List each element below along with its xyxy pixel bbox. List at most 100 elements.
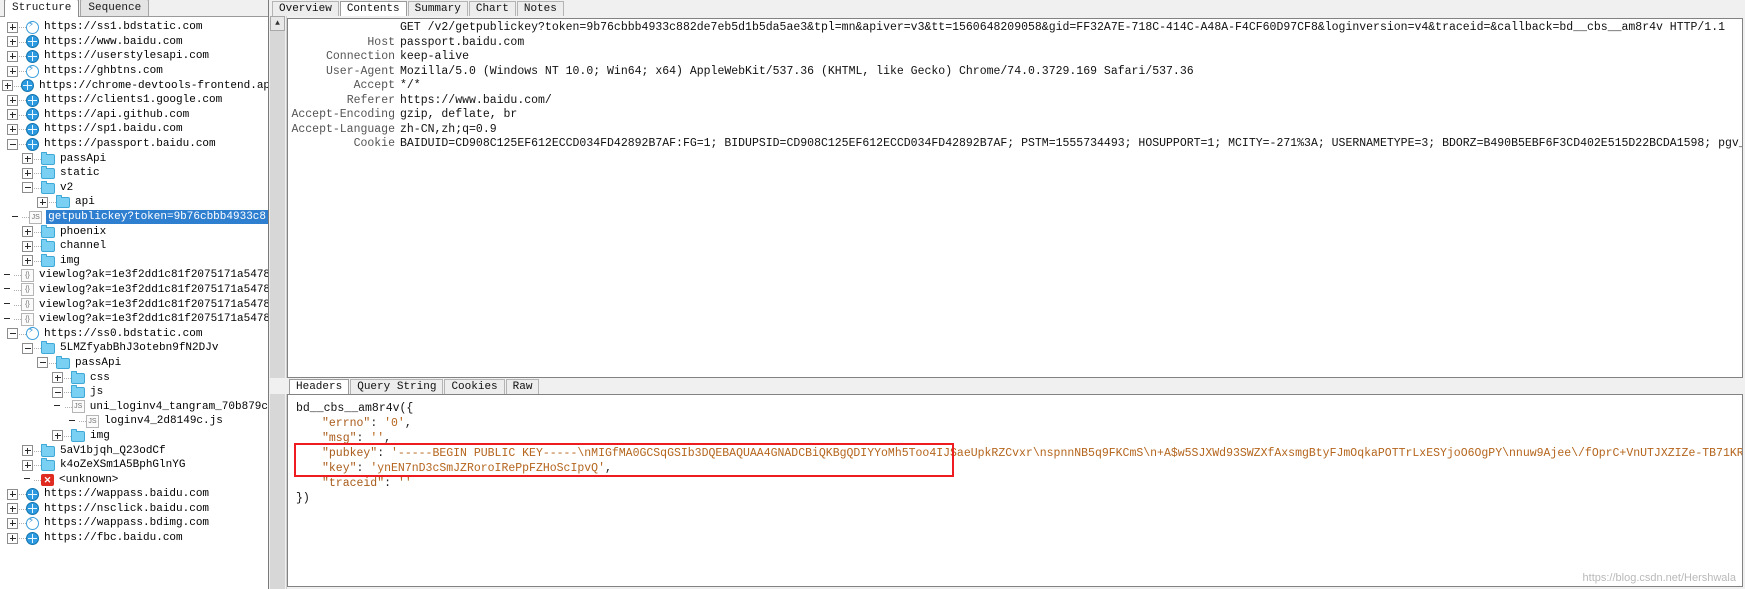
header-row: Accept-Language zh-CN,zh;q=0.9	[288, 123, 1742, 138]
expand-icon[interactable]	[22, 153, 33, 165]
expand-icon[interactable]	[7, 532, 18, 544]
tree-row[interactable]: https://www.baidu.com	[2, 35, 268, 50]
tree-row[interactable]: {} viewlog?ak=1e3f2dd1c81f2075171a547893	[2, 312, 268, 327]
tree-leaf-spacer	[2, 314, 13, 325]
expand-icon[interactable]	[22, 459, 33, 471]
tree-row[interactable]: https://api.github.com	[2, 108, 268, 123]
response-scroll-column[interactable]	[269, 394, 287, 589]
tab-raw[interactable]: Raw	[505, 379, 540, 394]
tree-row[interactable]: https://wappass.bdimg.com	[2, 515, 268, 531]
expand-icon[interactable]	[7, 65, 18, 77]
tree-row[interactable]: api	[2, 195, 268, 210]
tree-row[interactable]: https://wappass.baidu.com	[2, 487, 268, 502]
request-scroll-column[interactable]: ▲	[269, 16, 287, 378]
expand-icon[interactable]	[7, 488, 18, 500]
tree-row[interactable]: img	[2, 428, 268, 444]
tree-row[interactable]: {} viewlog?ak=1e3f2dd1c81f2075171a547893	[2, 283, 268, 298]
expand-icon[interactable]	[22, 445, 33, 457]
tree-row[interactable]: https://clients1.google.com	[2, 93, 268, 108]
tab-chart[interactable]: Chart	[468, 1, 516, 16]
expand-icon[interactable]	[7, 109, 18, 121]
expand-icon[interactable]	[7, 94, 18, 106]
tree-row[interactable]: https://nsclick.baidu.com	[2, 502, 268, 517]
tree-row[interactable]: ✕ <unknown>	[2, 472, 268, 487]
expand-icon[interactable]	[2, 80, 13, 92]
header-value: https://www.baidu.com/	[400, 93, 552, 107]
tree-row-label: css	[90, 371, 110, 384]
tab-query-string[interactable]: Query String	[350, 379, 444, 394]
tab-sequence[interactable]: Sequence	[80, 0, 150, 16]
expand-icon[interactable]	[7, 21, 18, 33]
tree-connector	[34, 152, 41, 166]
request-headers-box[interactable]: GET /v2/getpublickey?token=9b76cbbb4933c…	[287, 18, 1743, 378]
tab-contents[interactable]: Contents	[339, 1, 407, 16]
tree-row[interactable]: https://ss0.bdstatic.com	[2, 325, 268, 341]
tree-row[interactable]: JS loginv4_2d8149c.js	[2, 414, 268, 429]
tree-row[interactable]: https://passport.baidu.com	[2, 137, 268, 152]
expand-icon[interactable]	[37, 196, 48, 208]
expand-icon[interactable]	[7, 36, 18, 48]
tree-row[interactable]: img	[2, 253, 268, 269]
collapse-icon[interactable]	[22, 182, 33, 194]
tree-row[interactable]: JS uni_loginv4_tangram_70b879c	[2, 399, 268, 414]
collapse-icon[interactable]	[7, 138, 18, 150]
expand-icon[interactable]	[7, 50, 18, 62]
tree-row[interactable]: js	[2, 385, 268, 400]
tab-headers[interactable]: Headers	[289, 379, 350, 394]
expand-icon[interactable]	[22, 167, 33, 179]
tree-row[interactable]: passApi	[2, 151, 268, 166]
tree-leaf-spacer	[2, 270, 13, 281]
tree-row-label: passApi	[75, 356, 122, 369]
tree-row[interactable]: https://ss1.bdstatic.com	[2, 19, 268, 35]
tree-row[interactable]: passApi	[2, 355, 268, 371]
tree-row[interactable]: static	[2, 166, 268, 181]
tree-row[interactable]: https://fbc.baidu.com	[2, 531, 268, 546]
tab-summary[interactable]: Summary	[407, 1, 468, 16]
tree-row[interactable]: channel	[2, 239, 268, 254]
session-tree[interactable]: https://ss1.bdstatic.comhttps://www.baid…	[0, 17, 268, 589]
header-value: */*	[400, 79, 421, 92]
tree-row[interactable]: JS getpublickey?token=9b76cbbb4933c8	[2, 210, 268, 225]
tree-row-label: channel	[60, 240, 107, 253]
tab-cookies[interactable]: Cookies	[444, 379, 505, 394]
tab-structure[interactable]: Structure	[4, 0, 80, 17]
tree-row[interactable]: {} viewlog?ak=1e3f2dd1c81f2075171a547893	[2, 268, 268, 283]
response-field-value: ''	[370, 432, 385, 445]
folder-icon	[56, 195, 70, 209]
tab-overview[interactable]: Overview	[272, 1, 339, 16]
tree-row[interactable]: k4oZeXSm1A5BphGlnYG	[2, 458, 268, 473]
scroll-up-icon[interactable]: ▲	[270, 16, 285, 31]
tree-row[interactable]: css	[2, 370, 268, 385]
response-field-trail: ,	[404, 417, 412, 430]
tree-row[interactable]: https://chrome-devtools-frontend.appspot	[2, 78, 268, 93]
expand-icon[interactable]	[22, 226, 33, 238]
scroll-track-bottom[interactable]	[270, 394, 285, 589]
expand-icon[interactable]	[52, 372, 63, 384]
tree-row[interactable]: v2	[2, 180, 268, 196]
tree-row[interactable]: phoenix	[2, 224, 268, 239]
expand-icon[interactable]	[22, 255, 33, 267]
expand-icon[interactable]	[52, 430, 63, 442]
tree-connector	[49, 195, 56, 209]
expand-icon[interactable]	[7, 517, 18, 529]
expand-icon[interactable]	[7, 503, 18, 515]
folder-icon	[71, 428, 85, 442]
header-value: Mozilla/5.0 (Windows NT 10.0; Win64; x64…	[400, 64, 1194, 78]
response-body-box[interactable]: bd__cbs__am8r4v({"errno": '0', "msg": '',…	[287, 394, 1743, 587]
tree-row[interactable]: https://ghbtns.com	[2, 63, 268, 79]
expand-icon[interactable]	[22, 240, 33, 252]
collapse-icon[interactable]	[37, 357, 48, 369]
tree-row[interactable]: 5aV1bjqh_Q23odCf	[2, 443, 268, 458]
scroll-track[interactable]	[270, 31, 285, 378]
tree-row[interactable]: https://sp1.baidu.com	[2, 122, 268, 137]
collapse-icon[interactable]	[52, 386, 63, 398]
collapse-icon[interactable]	[7, 328, 18, 340]
tree-row[interactable]: 5LMZfyabBhJ3otebn9fN2DJv	[2, 341, 268, 356]
tree-row[interactable]: {} viewlog?ak=1e3f2dd1c81f2075171a547893	[2, 297, 268, 312]
collapse-icon[interactable]	[22, 342, 33, 354]
folder-icon	[41, 166, 55, 180]
tab-notes[interactable]: Notes	[516, 1, 564, 16]
expand-icon[interactable]	[7, 123, 18, 135]
tree-row[interactable]: https://userstylesapi.com	[2, 49, 268, 64]
